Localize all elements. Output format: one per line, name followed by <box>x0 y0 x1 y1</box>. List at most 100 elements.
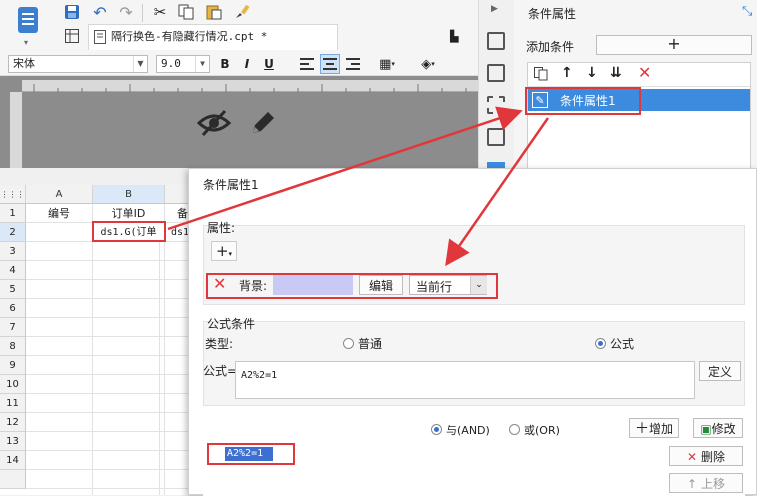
row-header[interactable]: 6 <box>0 299 26 318</box>
font-name-select[interactable]: 宋体 ▼ <box>8 55 148 73</box>
cell-c2[interactable]: ds1 <box>165 223 190 242</box>
corner-cell[interactable]: ⋮⋮⋮ <box>0 185 26 204</box>
row-header[interactable]: 7 <box>0 318 26 337</box>
font-name-value: 宋体 <box>13 57 35 70</box>
cell-a1[interactable]: 编号 <box>26 204 93 223</box>
add-condition-button[interactable]: + <box>596 35 752 55</box>
delete-icon[interactable]: ✕ <box>638 63 651 82</box>
vertical-ruler <box>10 92 22 168</box>
italic-button[interactable]: I <box>238 55 256 73</box>
row-header[interactable]: 2 <box>0 223 26 242</box>
type-normal-radio[interactable]: 普通 <box>343 335 382 352</box>
bold-button[interactable]: B <box>216 55 234 73</box>
add-property-button[interactable]: +▾ <box>211 241 237 261</box>
row-header[interactable]: 14 <box>0 451 26 470</box>
radio-button <box>343 338 354 349</box>
arrow-right-icon[interactable]: ▶ <box>491 4 498 14</box>
or-label: 或(OR) <box>524 424 560 437</box>
cell-c1[interactable]: 备 <box>165 204 190 223</box>
delete-button[interactable]: ✕ 删除 <box>669 446 743 466</box>
collapse-icon[interactable]: ▙ <box>450 30 458 43</box>
align-right-icon[interactable] <box>344 55 362 73</box>
row-header[interactable] <box>0 470 26 489</box>
delete-icon: ✕ <box>687 450 698 464</box>
underline-button[interactable]: U <box>260 55 278 73</box>
background-row-highlight <box>206 273 498 299</box>
define-button[interactable]: 定义 <box>699 361 741 381</box>
row-header[interactable]: 1 <box>0 204 26 223</box>
side-tool-strip: ▶ <box>478 0 514 180</box>
radio-button <box>595 338 606 349</box>
align-left-icon[interactable] <box>298 55 316 73</box>
dropdown-icon[interactable] <box>487 128 505 146</box>
file-icon <box>94 30 106 44</box>
layout-icon[interactable] <box>487 32 505 50</box>
and-radio[interactable]: 与(AND) <box>431 422 490 438</box>
crop-icon[interactable] <box>487 96 505 114</box>
row-header[interactable]: 4 <box>0 261 26 280</box>
cell-b2-highlight <box>92 221 166 242</box>
move-up-button[interactable]: ↑ 上移 <box>669 473 743 493</box>
pencil-icon[interactable] <box>248 108 278 138</box>
formula-label: 公式= <box>203 364 238 378</box>
paste-icon[interactable] <box>204 2 224 22</box>
panel-title: 条件属性 <box>528 7 577 21</box>
tab-bar: 隔行换色-有隐藏行情况.cpt * ▙ <box>58 24 478 50</box>
grid-icon[interactable] <box>64 28 80 44</box>
formula-input[interactable]: A2%2=1 <box>235 361 695 399</box>
radio-button <box>431 424 442 435</box>
add-button[interactable]: ＋增加 <box>629 418 679 438</box>
template-icon[interactable] <box>14 4 42 38</box>
row-header[interactable]: 9 <box>0 356 26 375</box>
hide-icon[interactable] <box>196 108 232 138</box>
chevron-down-icon[interactable]: ▾ <box>24 38 28 47</box>
modify-icon: ▣ <box>700 422 712 436</box>
save-icon[interactable] <box>62 2 82 22</box>
row-header[interactable]: 11 <box>0 394 26 413</box>
tab-file[interactable]: 隔行换色-有隐藏行情况.cpt * <box>88 24 338 50</box>
format-toolbar: 宋体 ▼ 9.0 ▼ B I U ▦ ▾ ◈ ▾ <box>0 52 478 76</box>
or-radio[interactable]: 或(OR) <box>509 422 560 438</box>
list-item-highlight <box>525 87 641 115</box>
row-header[interactable]: 8 <box>0 337 26 356</box>
row-header[interactable]: 12 <box>0 413 26 432</box>
align-center-icon[interactable] <box>320 54 340 74</box>
row-header[interactable]: 3 <box>0 242 26 261</box>
border-icon[interactable]: ▦ ▾ <box>374 55 400 73</box>
grid-col-line <box>164 242 165 495</box>
undo-icon[interactable]: ↶ <box>90 2 110 22</box>
copy-icon[interactable] <box>176 2 196 22</box>
column-header-c[interactable] <box>165 185 190 204</box>
fill-color-icon[interactable]: ◈ ▾ <box>414 55 442 73</box>
type-formula-label: 公式 <box>610 337 635 351</box>
add-condition-label: 添加条件 <box>526 40 575 54</box>
widget-icon[interactable] <box>487 64 505 82</box>
dialog-title: 条件属性1 <box>203 178 259 192</box>
arrow-up-icon: ↑ <box>687 477 698 491</box>
move-up-button-label: 上移 <box>700 477 725 491</box>
type-formula-radio[interactable]: 公式 <box>595 335 634 352</box>
modify-button[interactable]: ▣修改 <box>693 418 743 438</box>
arrow-up-icon[interactable]: ↑ <box>561 65 573 81</box>
condition-list: ↑ ↓ ⇊ ✕ ✎ 条件属性1 <box>527 62 751 180</box>
type-normal-label: 普通 <box>358 337 383 351</box>
arrow-down-icon[interactable]: ↓ <box>586 65 598 81</box>
redo-icon[interactable]: ↷ <box>116 2 136 22</box>
list-toolbar: ↑ ↓ ⇊ ✕ <box>528 63 750 87</box>
column-header-a[interactable]: A <box>26 185 93 204</box>
copy-icon[interactable] <box>534 67 548 81</box>
font-size-select[interactable]: 9.0 ▼ <box>156 55 210 73</box>
move-bottom-icon[interactable]: ⇊ <box>610 65 622 81</box>
expand-icon[interactable]: ⤡ <box>742 4 752 19</box>
formula-value: A2%2=1 <box>241 370 278 381</box>
and-label: 与(AND) <box>446 424 490 437</box>
row-header[interactable]: 10 <box>0 375 26 394</box>
condition-dialog: 条件属性1 属性: +▾ ✕ 背景: 编辑 当前行 ⌄ 公式条件 类型: 普通 … <box>188 168 757 496</box>
add-button-label: 增加 <box>648 422 673 436</box>
format-brush-icon[interactable] <box>232 2 252 22</box>
row-header[interactable]: 5 <box>0 280 26 299</box>
cell-a2[interactable] <box>26 223 93 242</box>
column-header-b[interactable]: B <box>93 185 165 204</box>
row-header[interactable]: 13 <box>0 432 26 451</box>
cut-icon[interactable]: ✂ <box>150 2 170 22</box>
